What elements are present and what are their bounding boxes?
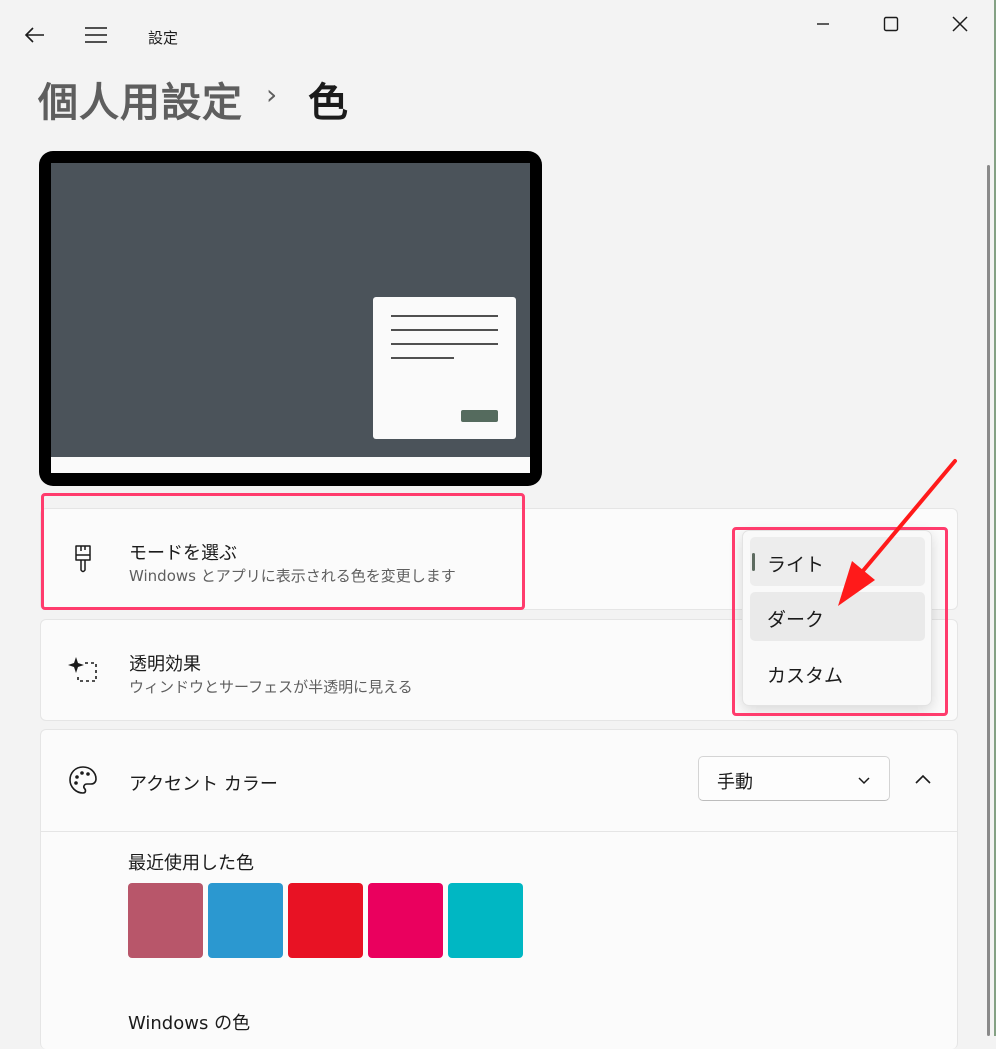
scrollbar[interactable] bbox=[987, 165, 990, 1036]
annotation-arrow-icon bbox=[838, 459, 957, 606]
